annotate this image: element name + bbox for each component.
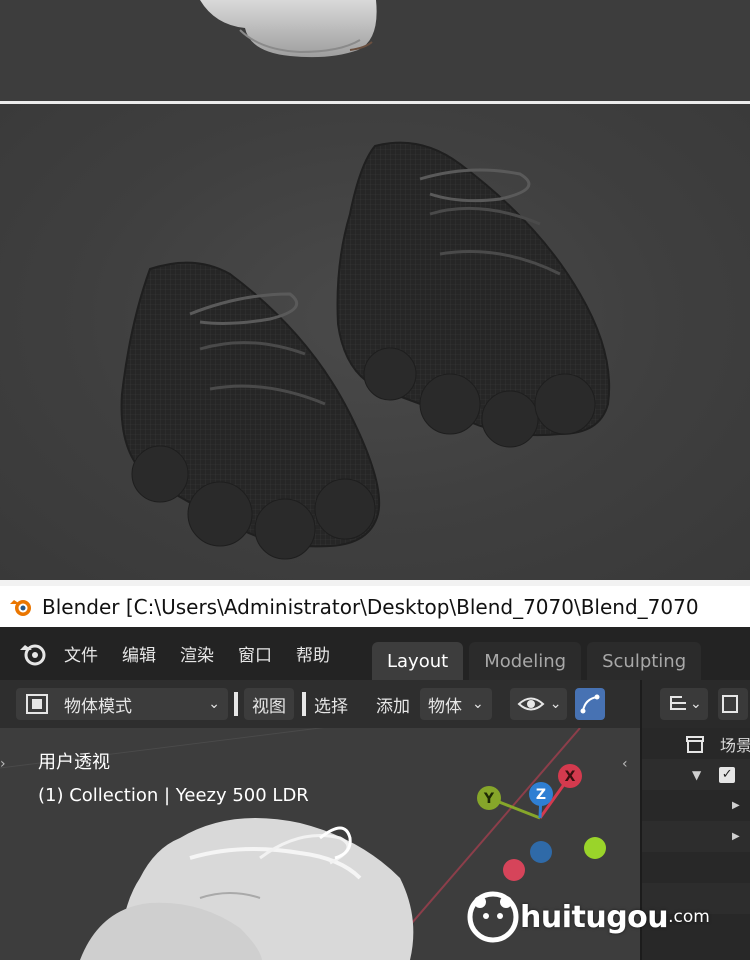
- scene-icon: [685, 735, 704, 753]
- x-axis-label: X: [565, 769, 576, 785]
- watermark-brand: huitugou: [520, 899, 669, 935]
- outliner-row-child[interactable]: ▶: [642, 821, 750, 852]
- window-title: Blender [C:\Users\Administrator\Desktop\…: [42, 594, 699, 619]
- mode-select[interactable]: 物体模式 ⌄: [16, 688, 228, 720]
- sidebar-expand-icon[interactable]: ‹: [622, 756, 628, 772]
- wireframe-render: [0, 104, 750, 580]
- outliner-row-collection[interactable]: ▼ ✓: [642, 759, 750, 790]
- y-axis-label: Y: [483, 791, 495, 807]
- disclosure-triangle-icon[interactable]: ▶: [732, 800, 740, 811]
- scene-label: 场景: [719, 735, 750, 755]
- outliner-tree-icon: [670, 696, 686, 710]
- chevron-down-icon: ⌄: [690, 696, 702, 712]
- window-titlebar: Blender [C:\Users\Administrator\Desktop\…: [0, 586, 750, 627]
- object-menu-label: 物体: [428, 696, 462, 717]
- divider: [302, 692, 306, 716]
- add-menu[interactable]: 添加: [376, 692, 410, 717]
- menu-window[interactable]: 窗口: [238, 641, 272, 666]
- blender-logo-icon: [10, 599, 31, 616]
- mode-label: 物体模式: [64, 696, 132, 717]
- gizmo-icon: [580, 694, 600, 714]
- toolbar-expand-icon[interactable]: ›: [0, 756, 6, 772]
- tab-sculpting[interactable]: Sculpting: [587, 642, 702, 680]
- view-menu[interactable]: 视图: [244, 688, 294, 720]
- new-collection-button[interactable]: [717, 688, 748, 720]
- collection-checkbox[interactable]: ✓: [719, 766, 736, 783]
- select-menu[interactable]: 选择: [314, 692, 348, 717]
- sneakers-wireframe: [120, 141, 611, 560]
- blender-menu-icon[interactable]: [18, 639, 48, 669]
- outliner-header: ⌄: [640, 680, 750, 728]
- outliner-row-child[interactable]: ▶: [642, 790, 750, 821]
- disclosure-triangle-icon[interactable]: ▼: [692, 768, 701, 782]
- collection-icon: [721, 695, 738, 713]
- workspace-tabs: Layout Modeling Sculpting: [372, 627, 707, 680]
- menu-help[interactable]: 帮助: [296, 641, 330, 666]
- view-menu-label: 视图: [252, 696, 286, 717]
- eye-icon: [517, 697, 545, 711]
- gizmo-toggle-button[interactable]: [575, 688, 606, 720]
- view-perspective-label: 用户透视: [38, 752, 110, 773]
- z-axis-label: Z: [536, 787, 546, 803]
- watermark: huitugou .com: [466, 890, 710, 944]
- disclosure-triangle-icon[interactable]: ▶: [732, 831, 740, 842]
- menu-render[interactable]: 渲染: [180, 641, 214, 666]
- watermark-domain: .com: [668, 907, 710, 927]
- menu-edit[interactable]: 编辑: [122, 641, 156, 666]
- divider: [234, 692, 238, 716]
- display-mode-dropdown[interactable]: ⌄: [660, 688, 708, 720]
- collection-info-label: (1) Collection | Yeezy 500 LDR: [38, 785, 309, 806]
- outliner-row-empty: [642, 852, 750, 883]
- render-preview-top: [0, 0, 750, 101]
- chevron-down-icon: ⌄: [208, 696, 220, 712]
- visibility-dropdown[interactable]: ⌄: [509, 688, 568, 720]
- watermark-logo-icon: [467, 891, 519, 943]
- chevron-down-icon: ⌄: [472, 696, 484, 712]
- tab-modeling[interactable]: Modeling: [469, 642, 582, 680]
- shoe-right: [336, 141, 611, 448]
- tab-layout[interactable]: Layout: [372, 642, 464, 680]
- object-mode-icon: [26, 694, 48, 714]
- viewport-header: 物体模式 ⌄ 视图 选择 添加 物体 ⌄ ⌄: [0, 680, 640, 728]
- menu-file[interactable]: 文件: [64, 641, 98, 666]
- blender-topbar: 文件 编辑 渲染 窗口 帮助 Layout Modeling Sculpting: [0, 627, 750, 680]
- outliner-row-scene[interactable]: 场景: [642, 728, 750, 759]
- object-menu[interactable]: 物体 ⌄: [420, 688, 492, 720]
- chevron-down-icon: ⌄: [549, 696, 562, 712]
- sneaker-sole-render: [200, 0, 377, 58]
